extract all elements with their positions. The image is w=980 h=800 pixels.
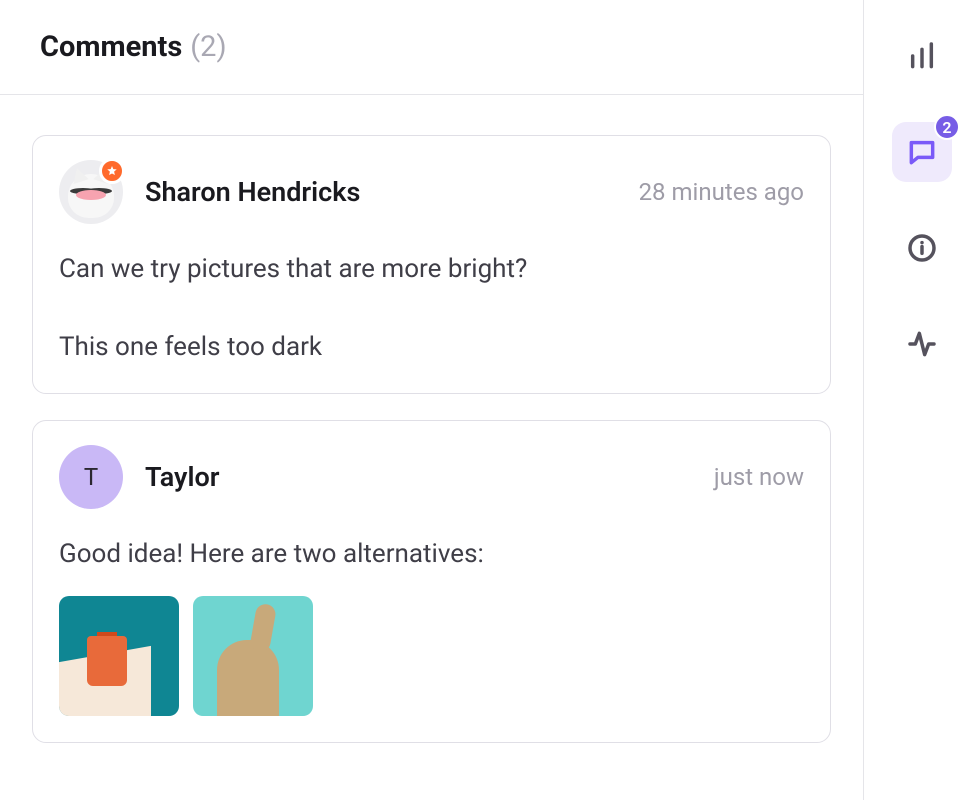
comment-timestamp: just now <box>714 463 804 491</box>
comment-timestamp: 28 minutes ago <box>639 178 804 206</box>
comments-title: Comments <box>40 30 182 64</box>
attachment-thumbnail[interactable] <box>59 596 179 716</box>
star-badge-icon <box>99 158 125 184</box>
main-panel: Comments (2) Sharon Hendricks 2 <box>0 0 864 800</box>
comment-card: Sharon Hendricks 28 minutes ago Can we t… <box>32 135 831 394</box>
activity-icon <box>906 328 938 360</box>
avatar[interactable]: T <box>59 445 123 509</box>
sidebar-item-activity[interactable] <box>892 314 952 374</box>
bar-chart-icon <box>906 40 938 72</box>
sidebar-item-info[interactable] <box>892 218 952 278</box>
comment-header: T Taylor just now <box>59 445 804 509</box>
sidebar-item-comments[interactable]: 2 <box>892 122 952 182</box>
avatar-initial: T <box>59 445 123 509</box>
sidebar-item-stats[interactable] <box>892 26 952 86</box>
attachment-thumbnail[interactable] <box>193 596 313 716</box>
comment-body: Good idea! Here are two alternatives: <box>59 535 804 574</box>
author-name: Taylor <box>145 461 219 493</box>
comment-author: T Taylor <box>59 445 219 509</box>
comments-count: (2) <box>190 30 226 64</box>
comment-header: Sharon Hendricks 28 minutes ago <box>59 160 804 224</box>
avatar[interactable] <box>59 160 123 224</box>
avatar-initial-letter: T <box>84 463 98 491</box>
comment-card: T Taylor just now Good idea! Here are tw… <box>32 420 831 743</box>
comments-header: Comments (2) <box>0 0 863 95</box>
chat-icon <box>906 136 938 168</box>
info-icon <box>906 232 938 264</box>
author-name: Sharon Hendricks <box>145 176 360 208</box>
comment-attachments <box>59 596 804 716</box>
sidebar-badge: 2 <box>934 114 960 140</box>
right-sidebar: 2 <box>864 0 980 800</box>
comment-author: Sharon Hendricks <box>59 160 360 224</box>
comments-list: Sharon Hendricks 28 minutes ago Can we t… <box>0 95 863 783</box>
comment-body: Can we try pictures that are more bright… <box>59 250 804 367</box>
